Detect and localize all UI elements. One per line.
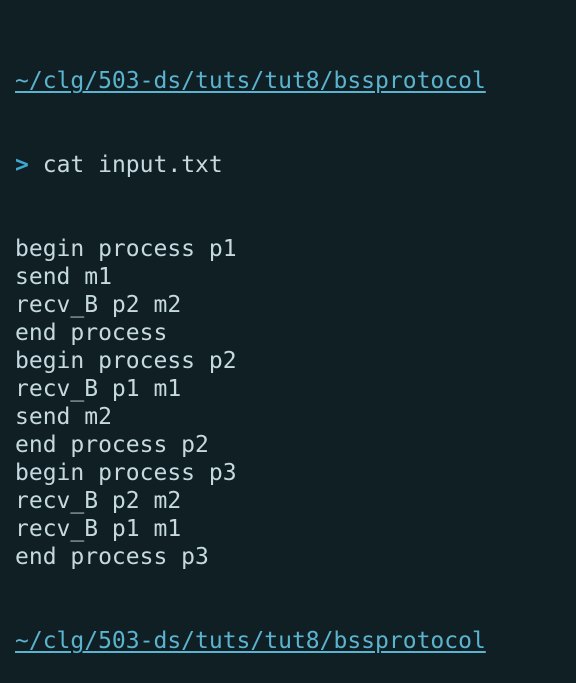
output-line: begin process p3	[15, 460, 237, 486]
output-line: end process	[15, 320, 168, 346]
prompt-path: ~/clg/503-ds/tuts/tut8/bssprotocol	[15, 68, 486, 94]
output-line: recv_B p2 m2	[15, 488, 182, 514]
command-line: > cat input.txt	[15, 151, 486, 179]
output-line: end process p2	[15, 432, 209, 458]
output-line: begin process p2	[15, 348, 237, 374]
output-line: send m1	[15, 264, 112, 290]
output-line: begin process p1	[15, 236, 237, 262]
output-line: recv_B p1 m1	[15, 516, 182, 542]
command-text: cat input.txt	[42, 152, 223, 178]
prompt-symbol: >	[15, 152, 29, 178]
output-line: end process p3	[15, 544, 209, 570]
prompt-path-line: ~/clg/503-ds/tuts/tut8/bssprotocol	[15, 67, 486, 95]
output-line: recv_B p2 m2	[15, 292, 182, 318]
next-prompt-path-line: ~/clg/503-ds/tuts/tut8/bssprotocol	[15, 627, 486, 655]
output-line: send m2	[15, 404, 112, 430]
next-prompt-path: ~/clg/503-ds/tuts/tut8/bssprotocol	[15, 628, 486, 654]
output-line: recv_B p1 m1	[15, 376, 182, 402]
terminal[interactable]: ~/clg/503-ds/tuts/tut8/bssprotocol > cat…	[15, 11, 486, 683]
